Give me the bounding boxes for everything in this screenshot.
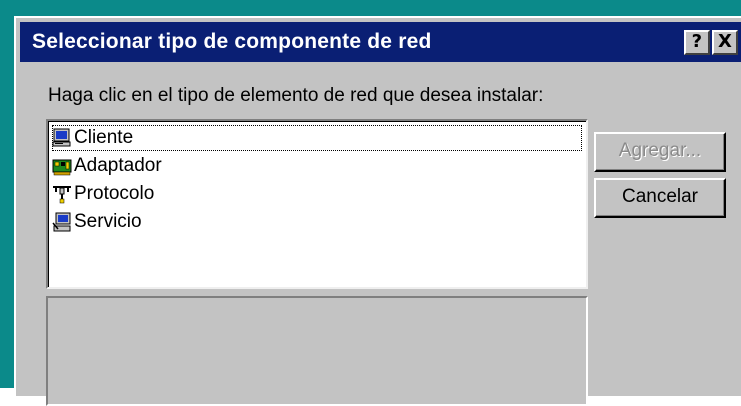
component-type-list[interactable]: Cliente Adaptador Protocolo Servicio — [46, 119, 588, 289]
computer-icon — [52, 128, 71, 147]
close-icon: X — [717, 31, 733, 52]
list-item-label: Cliente — [74, 127, 134, 148]
close-button[interactable]: X — [712, 30, 738, 55]
network-card-icon — [52, 159, 72, 176]
list-item-label: Protocolo — [74, 183, 155, 204]
help-button[interactable]: ? — [684, 30, 710, 55]
help-icon: ? — [691, 31, 703, 52]
list-item-label: Adaptador — [74, 155, 162, 176]
dialog-title: Seleccionar tipo de componente de red — [32, 30, 432, 53]
title-bar: Seleccionar tipo de componente de red ? … — [20, 22, 741, 62]
server-icon — [52, 212, 71, 232]
cancel-button[interactable]: Cancelar — [594, 178, 726, 218]
select-network-component-dialog: Seleccionar tipo de componente de red ? … — [14, 16, 741, 406]
network-cable-icon — [53, 186, 71, 204]
add-button[interactable]: Agregar... — [594, 132, 726, 172]
list-item-cliente[interactable]: Cliente — [52, 125, 582, 151]
list-item-label: Servicio — [74, 211, 142, 232]
instruction-text: Haga clic en el tipo de elemento de red … — [48, 85, 544, 106]
description-box — [46, 296, 588, 406]
